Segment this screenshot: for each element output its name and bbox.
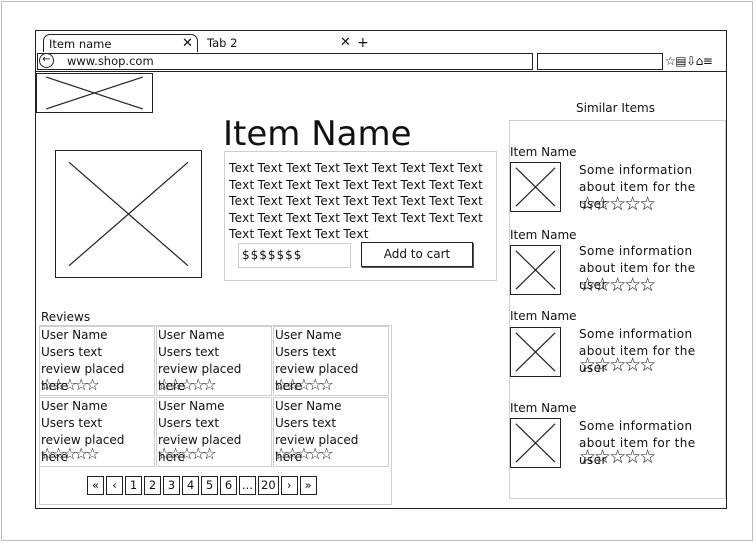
prev-page-icon[interactable]: ‹ [106,476,123,495]
logo-placeholder[interactable] [36,73,153,113]
rating-stars[interactable]: ☆☆☆☆☆ [40,446,100,462]
rating-stars[interactable]: ☆☆☆☆☆ [157,377,217,393]
tab-2[interactable]: Tab 2 ✕ + [205,34,369,52]
page-4-button[interactable]: 4 [182,476,199,495]
similar-item-image[interactable] [510,327,561,377]
review-card: User Name Users text review placed here … [273,397,389,467]
pagination: « ‹ 1 2 3 4 5 6 ... 20 › » [87,476,317,495]
review-card: User Name Users text review placed here … [39,326,155,396]
url-text[interactable]: www.shop.com [67,54,154,69]
similar-item-name[interactable]: Item Name [510,145,577,159]
next-page-icon[interactable]: › [280,476,298,495]
toolbar-divider [35,71,727,72]
product-image[interactable] [55,150,202,278]
review-card: User Name Users text review placed here … [156,326,272,396]
review-card: User Name Users text review placed here … [156,397,272,467]
back-arrow-icon[interactable]: ← [39,53,54,68]
similar-item-name[interactable]: Item Name [510,228,577,242]
page-ellipsis: ... [239,476,256,495]
toolbar-icons[interactable]: ☆▤⇩⌂≡ [665,53,713,70]
similar-item-image[interactable] [510,245,561,295]
product-title: Item Name [223,114,412,154]
review-user: User Name [41,399,108,413]
rating-stars[interactable]: ☆☆☆☆☆ [274,377,334,393]
review-user: User Name [41,328,108,342]
first-page-icon[interactable]: « [87,476,104,495]
similar-item-name[interactable]: Item Name [510,401,577,415]
rating-stars[interactable]: ☆☆☆☆☆ [40,377,100,393]
page-6-button[interactable]: 6 [220,476,237,495]
review-user: User Name [158,328,225,342]
review-card: User Name Users text review placed here … [39,397,155,467]
rating-stars[interactable]: ☆☆☆☆☆ [579,195,656,214]
similar-items-heading: Similar Items [576,101,655,115]
page-20-button[interactable]: 20 [258,476,279,495]
reviews-heading: Reviews [41,310,91,324]
add-to-cart-button[interactable]: Add to cart [361,242,473,267]
rating-stars[interactable]: ☆☆☆☆☆ [274,446,334,462]
price-field: $$$$$$$ [238,243,351,268]
tab-item-name[interactable]: Item name ✕ [43,34,198,52]
similar-item-image[interactable] [510,418,561,468]
review-user: User Name [275,328,342,342]
page-3-button[interactable]: 3 [163,476,180,495]
new-tab-icon[interactable]: + [357,34,369,52]
close-tab-icon[interactable]: ✕ [340,34,351,52]
similar-item-image[interactable] [510,162,561,212]
tab-label: Item name [49,37,112,51]
rating-stars[interactable]: ☆☆☆☆☆ [157,446,217,462]
page-5-button[interactable]: 5 [201,476,218,495]
close-tab-icon[interactable]: ✕ [182,35,193,53]
review-user: User Name [158,399,225,413]
rating-stars[interactable]: ☆☆☆☆☆ [579,448,656,467]
search-input[interactable] [537,53,663,70]
rating-stars[interactable]: ☆☆☆☆☆ [579,276,656,295]
review-user: User Name [275,399,342,413]
page-1-button[interactable]: 1 [125,476,142,495]
rating-stars[interactable]: ☆☆☆☆☆ [579,356,656,375]
similar-item-name[interactable]: Item Name [510,309,577,323]
product-description: Text Text Text Text Text Text Text Text … [229,161,484,241]
page-2-button[interactable]: 2 [144,476,161,495]
last-page-icon[interactable]: » [299,476,317,495]
review-card: User Name Users text review placed here … [273,326,389,396]
tab-label: Tab 2 [207,36,238,50]
address-bar[interactable]: ← www.shop.com [37,53,533,70]
